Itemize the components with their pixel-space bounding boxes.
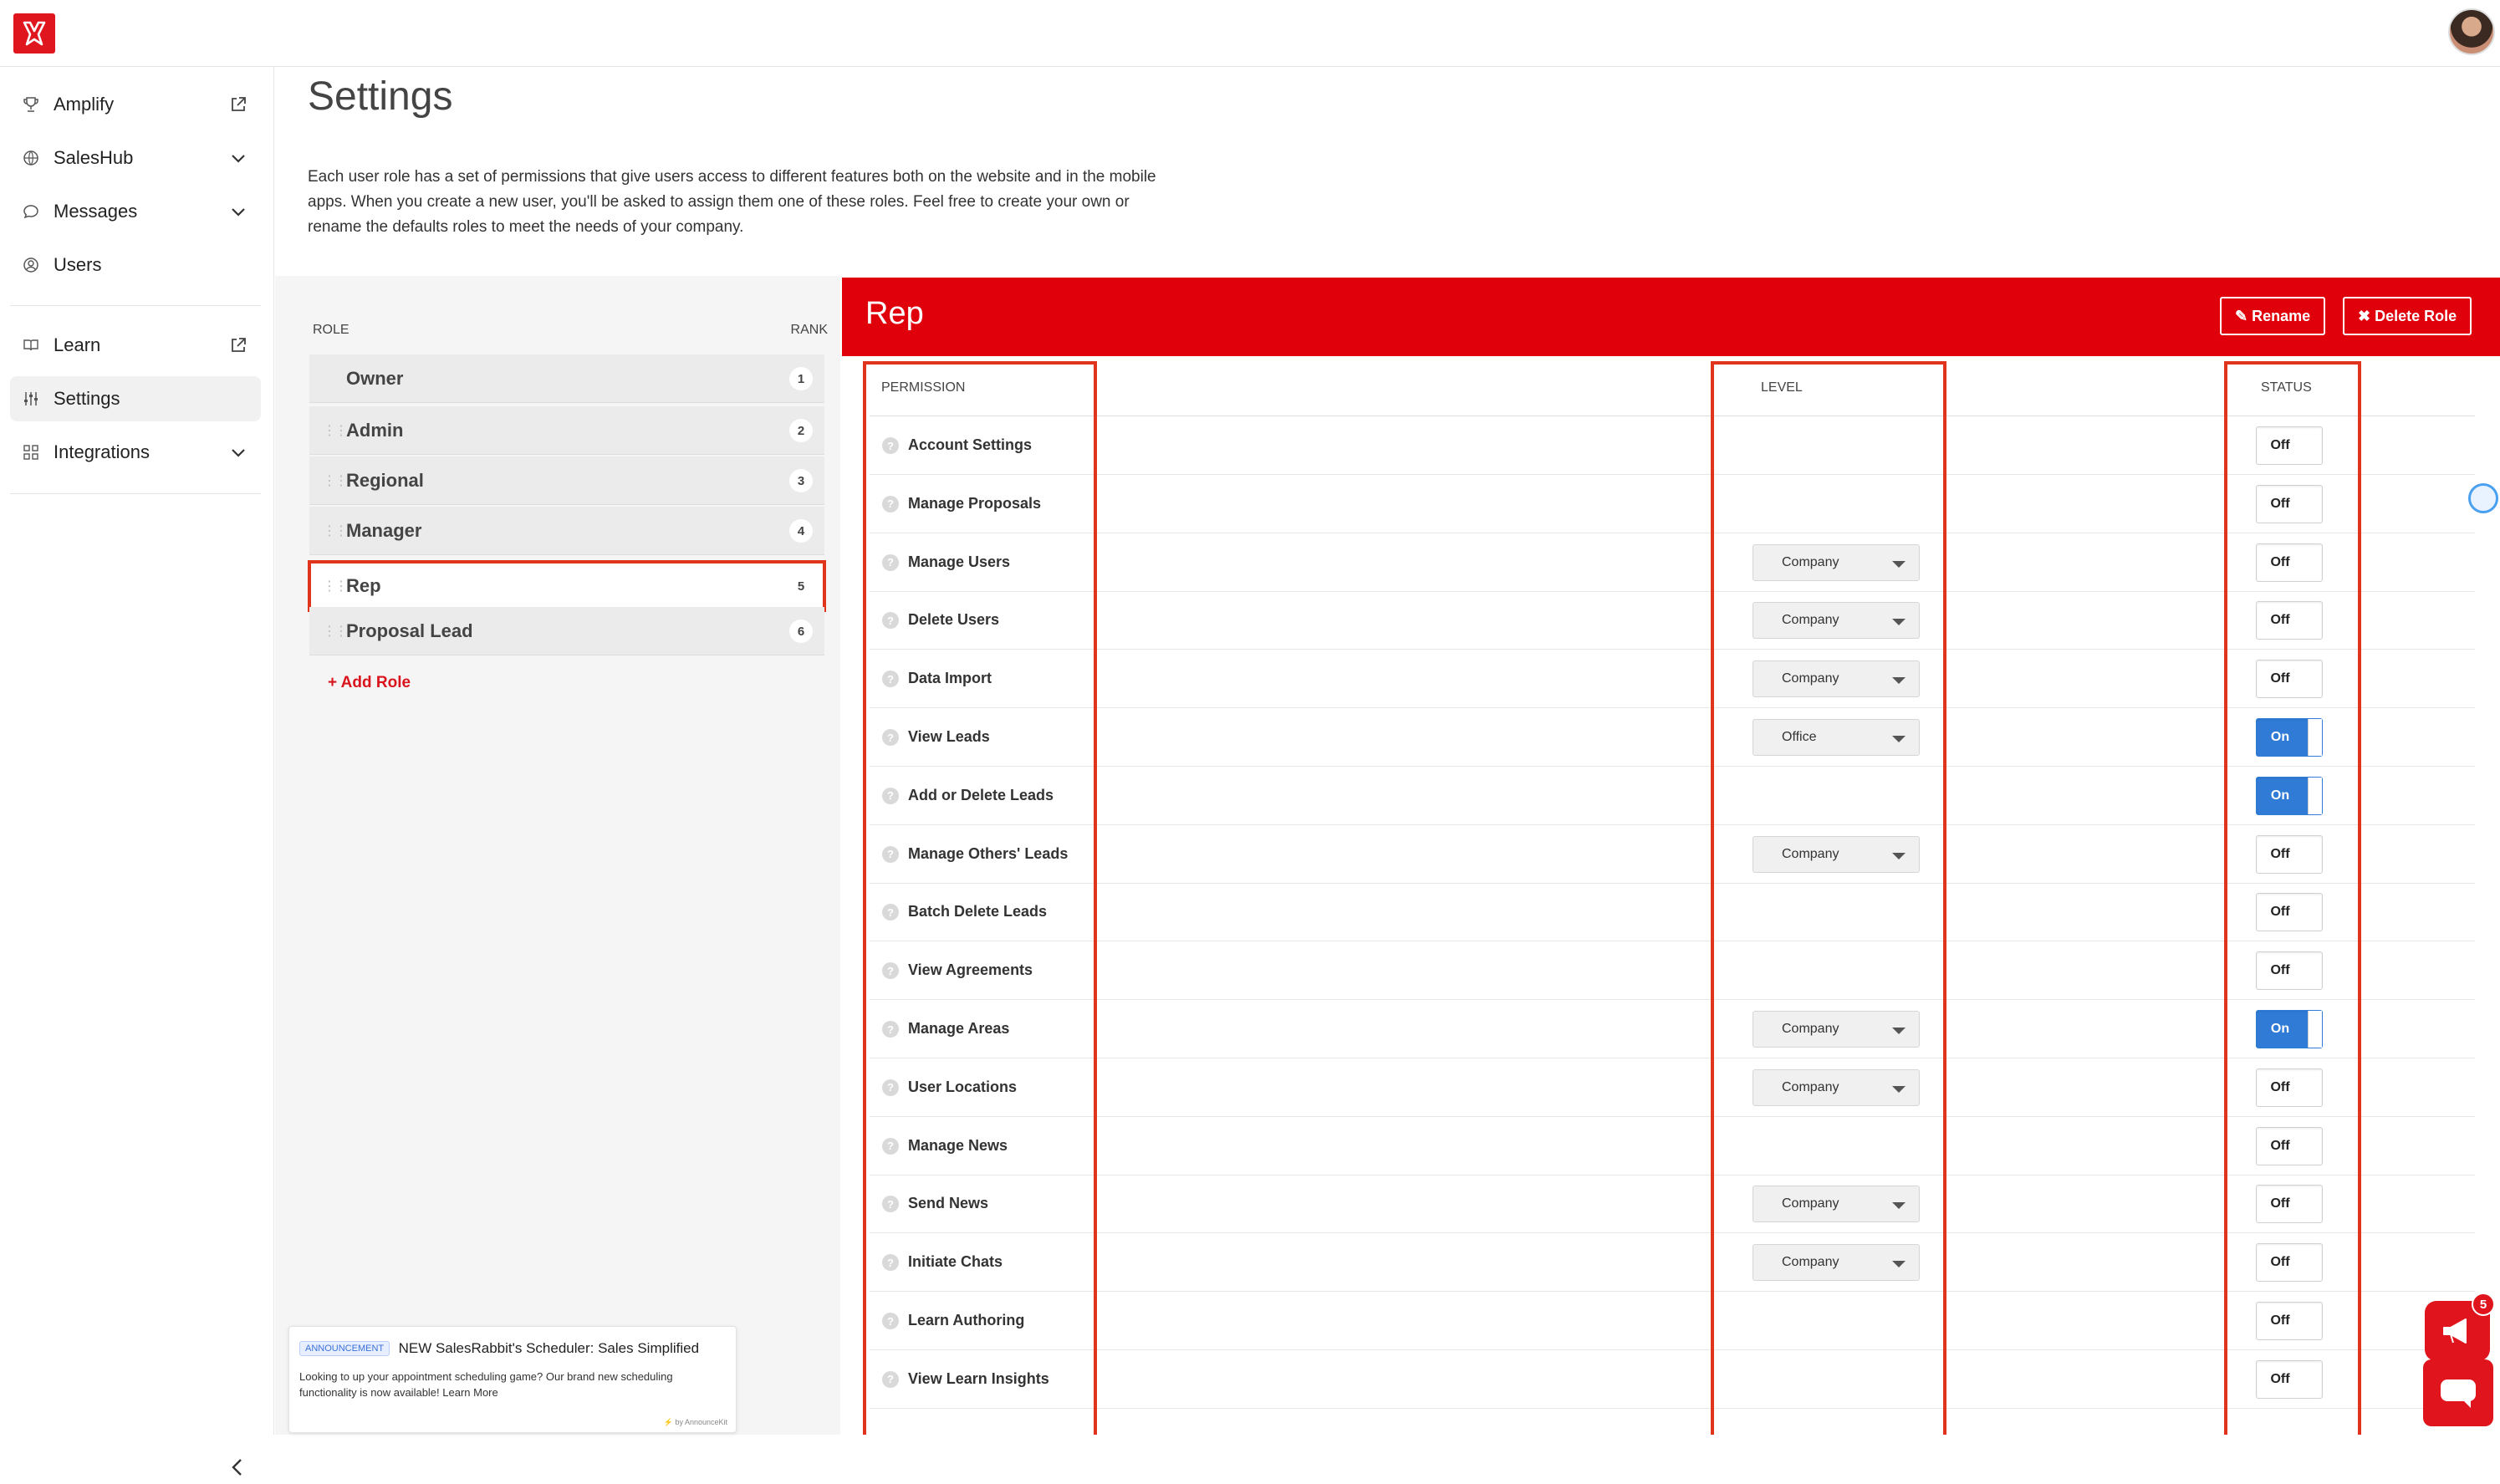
chevron-down-icon[interactable]: [229, 202, 247, 221]
sidebar-divider: [10, 305, 261, 306]
sidebar-item-label: Integrations: [54, 441, 150, 462]
drag-handle-icon[interactable]: ⋮⋮: [323, 578, 348, 594]
role-row-manager[interactable]: ⋮⋮ Manager 4: [309, 507, 824, 555]
drag-handle-icon[interactable]: ⋮⋮: [323, 472, 348, 489]
chevron-down-icon[interactable]: [229, 149, 247, 167]
sidebar-item-label: SalesHub: [54, 147, 134, 168]
roles-header: ROLE RANK: [313, 323, 828, 338]
sidebar-item-amplify[interactable]: Amplify: [10, 82, 261, 127]
announcement-badge: ANNOUNCEMENT: [299, 1341, 390, 1356]
role-row-owner[interactable]: Owner 1: [309, 354, 824, 403]
sidebar-item-label: Amplify: [54, 94, 115, 115]
chat-bubble-icon: [22, 202, 40, 221]
role-rank: 2: [789, 419, 813, 442]
add-role-button[interactable]: + Add Role: [328, 674, 411, 692]
role-detail-header: Rep ✎ Rename ✖ Delete Role: [842, 278, 2500, 356]
role-name: Admin: [346, 419, 404, 441]
external-link-icon: [229, 95, 247, 114]
drag-handle-icon[interactable]: ⋮⋮: [323, 623, 348, 640]
level-column-highlight: [1711, 361, 1946, 1435]
user-circle-icon: [22, 256, 40, 274]
role-name: Proposal Lead: [346, 620, 473, 641]
page-title: Settings: [308, 74, 453, 119]
delete-role-button[interactable]: ✖ Delete Role: [2343, 297, 2472, 335]
side-refresh-icon[interactable]: [2468, 483, 2498, 513]
sidebar-item-label: Messages: [54, 201, 138, 222]
sidebar-item-label: Settings: [54, 388, 120, 409]
role-detail-title: Rep: [865, 296, 924, 331]
chevron-down-icon[interactable]: [229, 443, 247, 462]
role-row-admin[interactable]: ⋮⋮ Admin 2: [309, 406, 824, 455]
role-rank: 1: [789, 367, 813, 390]
book-icon: [22, 336, 40, 354]
chat-launcher-button[interactable]: [2423, 1359, 2493, 1426]
announcement-body: Looking to up your appointment schedulin…: [299, 1370, 673, 1399]
sidebar: Amplify SalesHub Messages Users Learn Se…: [0, 67, 274, 1476]
drag-handle-icon[interactable]: ⋮⋮: [323, 523, 348, 539]
role-column-header: ROLE: [313, 323, 349, 337]
sidebar-divider: [10, 493, 261, 494]
grid-icon: [22, 443, 40, 462]
sidebar-item-label: Learn: [54, 334, 101, 355]
role-name: Rep: [346, 574, 381, 596]
sidebar-item-settings[interactable]: Settings: [10, 376, 261, 421]
sidebar-item-messages[interactable]: Messages: [10, 189, 261, 234]
status-column-highlight: [2224, 361, 2361, 1435]
role-row-regional[interactable]: ⋮⋮ Regional 3: [309, 456, 824, 505]
announcekit-credit: ⚡ by AnnounceKit: [663, 1418, 727, 1426]
salesrabbit-logo-icon[interactable]: [13, 13, 55, 54]
rank-column-header: RANK: [790, 323, 828, 337]
collapse-sidebar-icon[interactable]: [227, 1455, 247, 1480]
chat-bubble-icon: [2441, 1379, 2476, 1408]
role-name: Owner: [346, 367, 404, 389]
role-rank: 6: [789, 620, 813, 643]
sliders-icon: [22, 390, 40, 408]
page-intro: Each user role has a set of permissions …: [308, 168, 1156, 236]
notification-count-badge: 5: [2472, 1293, 2495, 1316]
role-rank: 3: [789, 469, 813, 492]
trophy-icon: [22, 95, 40, 114]
sidebar-item-integrations[interactable]: Integrations: [10, 430, 261, 475]
permission-column-highlight: [863, 361, 1097, 1435]
external-link-icon: [229, 336, 247, 354]
sidebar-item-label: Users: [54, 254, 102, 275]
top-bar: [0, 0, 2500, 67]
megaphone-icon: [2443, 1318, 2467, 1344]
sidebar-item-learn[interactable]: Learn: [10, 323, 261, 368]
role-row-rep[interactable]: ⋮⋮ Rep 5: [308, 560, 826, 612]
announcement-title[interactable]: NEW SalesRabbit's Scheduler: Sales Simpl…: [399, 1340, 699, 1356]
role-name: Manager: [346, 519, 422, 541]
role-rank: 4: [789, 519, 813, 543]
user-avatar[interactable]: [2448, 8, 2495, 55]
drag-handle-icon[interactable]: ⋮⋮: [323, 422, 348, 439]
role-name: Regional: [346, 469, 424, 491]
role-rank: 5: [789, 574, 813, 598]
role-row-proposal-lead[interactable]: ⋮⋮ Proposal Lead 6: [309, 607, 824, 655]
announcement-card[interactable]: ANNOUNCEMENT NEW SalesRabbit's Scheduler…: [288, 1326, 737, 1433]
sidebar-item-users[interactable]: Users: [10, 242, 261, 288]
rename-button[interactable]: ✎ Rename: [2220, 297, 2326, 335]
globe-icon: [22, 149, 40, 167]
sidebar-item-saleshub[interactable]: SalesHub: [10, 135, 261, 181]
